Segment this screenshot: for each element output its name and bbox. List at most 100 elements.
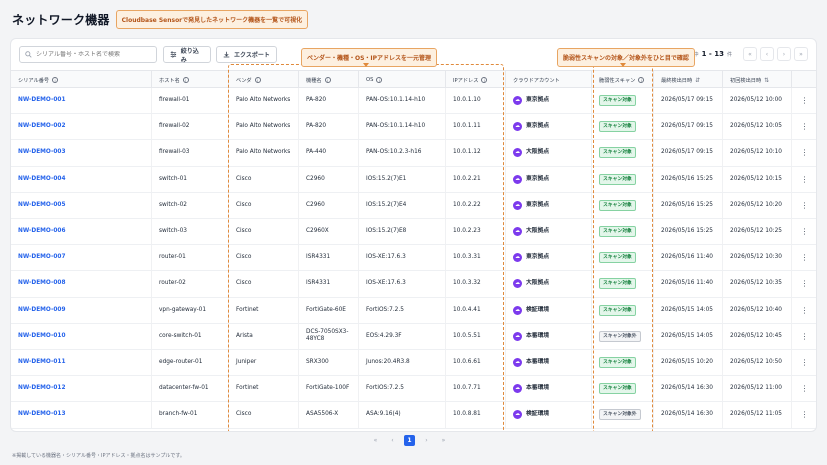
row-menu-icon[interactable]: ⋮ bbox=[792, 324, 816, 349]
row-menu-icon[interactable]: ⋮ bbox=[792, 193, 816, 218]
row-menu-icon[interactable]: ⋮ bbox=[792, 88, 816, 113]
table-row[interactable]: NW-DEMO-013 branch-fw-01 Cisco ASA5506-X ASA… bbox=[11, 402, 816, 429]
row-menu-icon[interactable]: ⋮ bbox=[792, 167, 816, 192]
row-menu-icon[interactable]: ⋮ bbox=[792, 245, 816, 270]
prev-page-icon[interactable]: ‹ bbox=[387, 435, 398, 446]
table-row[interactable]: NW-DEMO-010 core-switch-01 Arista DCS-7050S… bbox=[11, 323, 816, 350]
row-menu-icon[interactable]: ⋮ bbox=[792, 402, 816, 427]
col-serial[interactable]: シリアル番号 i bbox=[11, 71, 152, 89]
cell-serial[interactable]: NW-DEMO-002 bbox=[11, 114, 152, 140]
col-model[interactable]: 機種名 i bbox=[299, 71, 359, 89]
cell-first: 2026/05/12 10:00 bbox=[723, 88, 792, 114]
first-page-icon[interactable]: « bbox=[370, 435, 381, 446]
search-box[interactable] bbox=[19, 46, 157, 63]
sort-desc-icon[interactable]: ⇵ bbox=[695, 77, 700, 84]
cell-serial[interactable]: NW-DEMO-008 bbox=[11, 271, 152, 297]
cell-vendor: Arista bbox=[229, 323, 299, 349]
col-scan[interactable]: 脆弱性スキャン i bbox=[592, 71, 654, 89]
cell-serial[interactable]: NW-DEMO-010 bbox=[11, 323, 152, 349]
table-row[interactable]: NW-DEMO-003 firewall-03 Palo Alto Networks… bbox=[11, 140, 816, 167]
table-row[interactable]: NW-DEMO-008 router-02 Cisco ISR4331 IOS-XE:1… bbox=[11, 271, 816, 298]
cloud-account-icon: ☁ bbox=[513, 122, 522, 132]
row-menu-icon[interactable]: ⋮ bbox=[792, 350, 816, 375]
scan-status-badge: スキャン対象外 bbox=[599, 330, 641, 342]
first-page-icon[interactable]: « bbox=[743, 47, 757, 61]
export-button[interactable]: エクスポート bbox=[216, 46, 277, 63]
cell-os: FortiOS:7.2.5 bbox=[359, 297, 446, 323]
cell-cloud: ☁ 大阪拠点 bbox=[506, 140, 592, 166]
cloud-account-name: 大阪拠点 bbox=[526, 228, 550, 235]
table-row[interactable]: NW-DEMO-007 router-01 Cisco ISR4331 IOS-XE:1… bbox=[11, 245, 816, 272]
info-icon: i bbox=[324, 77, 331, 83]
cell-serial[interactable]: NW-DEMO-005 bbox=[11, 192, 152, 218]
next-page-icon[interactable]: › bbox=[421, 435, 432, 446]
filter-button[interactable]: 絞り込み bbox=[163, 46, 211, 64]
cell-vendor: Cisco bbox=[229, 271, 299, 297]
col-os[interactable]: OS i bbox=[359, 71, 446, 89]
cell-model: ASA5506-X bbox=[299, 402, 359, 428]
row-menu-icon[interactable]: ⋮ bbox=[792, 114, 816, 139]
cell-model: SRX300 bbox=[299, 350, 359, 376]
cloud-account-icon: ☁ bbox=[513, 279, 522, 289]
table-row[interactable]: NW-DEMO-006 switch-03 Cisco C2960X IOS:15.2(… bbox=[11, 219, 816, 246]
cloud-account-name: 本番環境 bbox=[526, 385, 550, 392]
cell-serial[interactable]: NW-DEMO-001 bbox=[11, 88, 152, 114]
cell-serial[interactable]: NW-DEMO-011 bbox=[11, 350, 152, 376]
col-cloud[interactable]: クラウドアカウント bbox=[506, 71, 592, 89]
cell-scan: スキャン対象外 bbox=[592, 402, 654, 428]
cell-serial[interactable]: NW-DEMO-003 bbox=[11, 140, 152, 166]
cell-serial[interactable]: NW-DEMO-006 bbox=[11, 219, 152, 245]
search-input[interactable] bbox=[36, 51, 146, 58]
last-page-icon[interactable]: » bbox=[794, 47, 808, 61]
table-row[interactable]: NW-DEMO-005 switch-02 Cisco C2960 IOS:15.2(7… bbox=[11, 192, 816, 219]
vendor-os-arrow bbox=[363, 63, 369, 67]
cell-model: PA-440 bbox=[299, 140, 359, 166]
cell-host: router-02 bbox=[152, 271, 229, 297]
cell-first: 2026/05/12 11:00 bbox=[723, 376, 792, 402]
table-row[interactable]: NW-DEMO-011 edge-router-01 Juniper SRX300 Ju… bbox=[11, 350, 816, 377]
cell-model: PA-820 bbox=[299, 114, 359, 140]
page-1-button[interactable]: 1 bbox=[404, 435, 415, 446]
scan-status-badge: スキャン対象 bbox=[599, 383, 636, 395]
cloud-account-name: 大阪拠点 bbox=[526, 149, 550, 156]
cell-host: firewall-03 bbox=[152, 140, 229, 166]
sort-icon[interactable]: ⇅ bbox=[764, 77, 769, 84]
table-header: シリアル番号 i ホスト名 i ベンダ i 機種名 i OS i IPアドレス i クラウド… bbox=[11, 70, 816, 89]
cell-serial[interactable]: NW-DEMO-004 bbox=[11, 166, 152, 192]
scan-arrow bbox=[620, 63, 626, 67]
row-menu-icon[interactable]: ⋮ bbox=[792, 219, 816, 244]
cell-serial[interactable]: NW-DEMO-007 bbox=[11, 245, 152, 271]
cell-first: 2026/05/12 10:15 bbox=[723, 166, 792, 192]
row-menu-icon[interactable]: ⋮ bbox=[792, 140, 816, 165]
cell-ip: 10.0.2.22 bbox=[446, 192, 506, 218]
next-page-icon[interactable]: › bbox=[777, 47, 791, 61]
cell-cloud: ☁ 本番環境 bbox=[506, 376, 592, 402]
cell-serial[interactable]: NW-DEMO-012 bbox=[11, 376, 152, 402]
cloud-account-name: 大阪拠点 bbox=[526, 280, 550, 287]
col-host[interactable]: ホスト名 i bbox=[152, 71, 229, 89]
scan-status-badge: スキャン対象 bbox=[599, 147, 636, 159]
cell-first: 2026/05/12 10:50 bbox=[723, 350, 792, 376]
scan-status-badge: スキャン対象 bbox=[599, 304, 636, 316]
table-row[interactable]: NW-DEMO-002 firewall-02 Palo Alto Networks… bbox=[11, 114, 816, 141]
row-menu-icon[interactable]: ⋮ bbox=[792, 298, 816, 323]
col-vendor[interactable]: ベンダ i bbox=[229, 71, 299, 89]
cell-first: 2026/05/12 10:20 bbox=[723, 192, 792, 218]
col-first-detected[interactable]: 初回検出日時 ⇅ bbox=[723, 71, 792, 89]
last-page-icon[interactable]: » bbox=[438, 435, 449, 446]
col-ip[interactable]: IPアドレス i bbox=[446, 71, 506, 89]
table-row[interactable]: NW-DEMO-001 firewall-01 Palo Alto Networks… bbox=[11, 88, 816, 115]
prev-page-icon[interactable]: ‹ bbox=[760, 47, 774, 61]
row-menu-icon[interactable]: ⋮ bbox=[792, 376, 816, 401]
scan-status-badge: スキャン対象 bbox=[599, 95, 636, 107]
table-row[interactable]: NW-DEMO-004 switch-01 Cisco C2960 IOS:15.2(7… bbox=[11, 166, 816, 193]
cell-serial[interactable]: NW-DEMO-009 bbox=[11, 297, 152, 323]
cell-vendor: Palo Alto Networks bbox=[229, 88, 299, 114]
cell-serial[interactable]: NW-DEMO-013 bbox=[11, 402, 152, 428]
col-last-detected[interactable]: 最終検出日時 ⇵ bbox=[654, 71, 723, 89]
row-menu-icon[interactable]: ⋮ bbox=[792, 271, 816, 296]
table-row[interactable]: NW-DEMO-012 datacenter-fw-01 Fortinet Forti… bbox=[11, 376, 816, 403]
table-row[interactable]: NW-DEMO-009 vpn-gateway-01 Fortinet FortiGa… bbox=[11, 297, 816, 324]
cell-ip: 10.0.2.21 bbox=[446, 166, 506, 192]
filter-icon bbox=[170, 51, 177, 58]
